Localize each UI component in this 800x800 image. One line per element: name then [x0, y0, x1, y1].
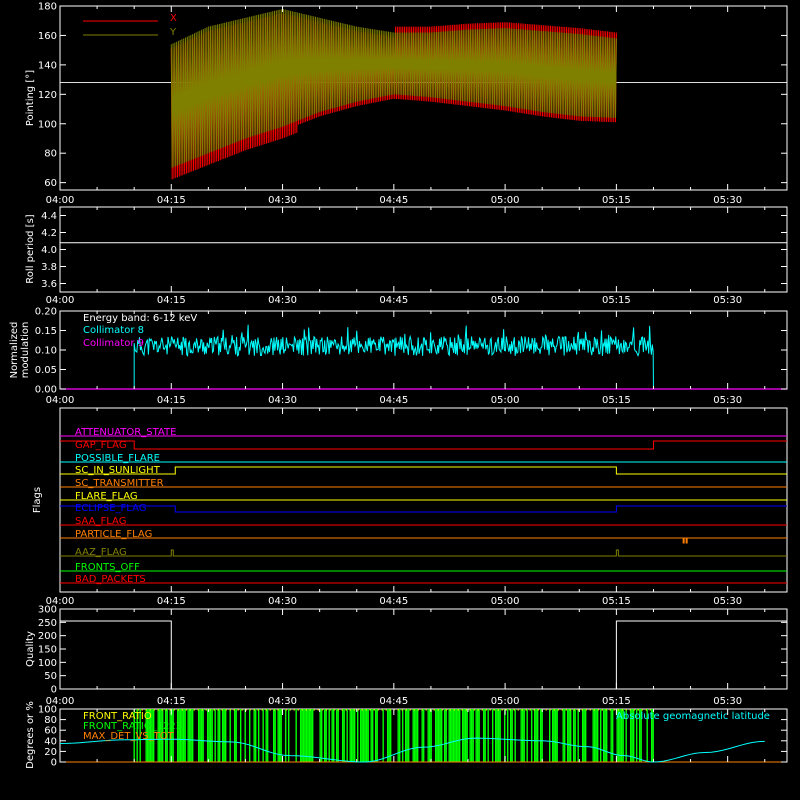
y-tick-label: 0 — [51, 685, 57, 696]
time-tick-label: 05:00 — [491, 395, 520, 406]
legend-geomag: Absolute geomagnetic latitude — [616, 711, 770, 722]
y-tick-label: 4.0 — [41, 245, 57, 256]
y-tick-label: 80 — [44, 149, 57, 160]
time-tick-label: 04:30 — [268, 596, 297, 607]
y-tick-label: 40 — [44, 736, 57, 747]
time-tick-label: 05:15 — [602, 395, 631, 406]
time-tick-label: 04:45 — [379, 596, 408, 607]
y-tick-label: 80 — [44, 715, 57, 726]
time-tick-label: 05:15 — [602, 596, 631, 607]
time-tick-label: 05:00 — [491, 195, 520, 206]
y-tick-label: 140 — [38, 60, 57, 71]
quality-ylabel: Quality — [25, 631, 36, 667]
time-tick-label: 05:30 — [713, 696, 742, 707]
pointing-ylabel: Pointing [°] — [25, 70, 36, 126]
time-tick-label: 05:00 — [491, 295, 520, 306]
time-tick-label: 04:45 — [379, 295, 408, 306]
flag-label: GAP_FLAG — [75, 440, 127, 451]
y-tick-label: 4.4 — [41, 211, 57, 222]
time-tick-label: 04:00 — [46, 295, 75, 306]
y-tick-label: 160 — [38, 31, 57, 42]
time-tick-label: 05:15 — [602, 195, 631, 206]
time-tick-label: 04:15 — [157, 696, 186, 707]
time-tick-label: 05:30 — [713, 295, 742, 306]
modulation-ylabel-line1: Normalized — [9, 322, 20, 379]
y-tick-label: 120 — [38, 90, 57, 101]
y-tick-label: 0.15 — [35, 326, 57, 337]
time-tick-label: 04:45 — [379, 696, 408, 707]
energy-band-label: Energy band: 6-12 keV — [83, 313, 197, 324]
y-tick-label: 0.05 — [35, 365, 57, 376]
time-tick-label: 05:30 — [713, 195, 742, 206]
time-tick-label: 04:15 — [157, 295, 186, 306]
y-tick-label: 180 — [38, 2, 57, 13]
y-tick-label: 0.00 — [35, 385, 57, 396]
y-tick-label: 3.6 — [41, 279, 57, 290]
time-tick-label: 04:00 — [46, 195, 75, 206]
y-tick-label: 4.2 — [41, 228, 57, 239]
y-tick-label: 50 — [44, 671, 57, 682]
flags-ylabel: Flags — [32, 487, 43, 513]
y-tick-label: 0.20 — [35, 307, 57, 318]
time-tick-label: 05:30 — [713, 395, 742, 406]
y-tick-label: 100 — [38, 658, 57, 669]
time-tick-label: 04:45 — [379, 195, 408, 206]
time-tick-label: 04:15 — [157, 195, 186, 206]
time-tick-label: 05:00 — [491, 596, 520, 607]
y-tick-label: 250 — [38, 618, 57, 629]
y-tick-label: 60 — [44, 726, 57, 737]
time-tick-label: 05:00 — [491, 696, 520, 707]
y-tick-label: 300 — [38, 605, 57, 616]
y-tick-label: 20 — [44, 747, 57, 758]
y-tick-label: 150 — [38, 645, 57, 656]
y-tick-label: 60 — [44, 178, 57, 189]
y-tick-label: 200 — [38, 631, 57, 642]
time-tick-label: 05:15 — [602, 696, 631, 707]
roll-period-ylabel: Roll period [s] — [25, 214, 36, 283]
chart-canvas: Pointing [°] X Y Roll period [s] Normali… — [0, 0, 800, 800]
time-tick-label: 04:45 — [379, 395, 408, 406]
legend-x-label: X — [170, 13, 177, 24]
time-tick-label: 05:30 — [713, 596, 742, 607]
time-tick-label: 04:30 — [268, 295, 297, 306]
y-tick-label: 100 — [38, 119, 57, 130]
time-tick-label: 04:30 — [268, 395, 297, 406]
time-tick-label: 05:15 — [602, 295, 631, 306]
time-tick-label: 04:30 — [268, 696, 297, 707]
modulation-ylabel-line2: modulation — [20, 322, 31, 379]
y-tick-label: 100 — [38, 705, 57, 716]
time-tick-label: 04:00 — [46, 395, 75, 406]
legend-max-det: MAX_DET_VS_TOT — [83, 731, 175, 742]
flag-label: ECLIPSE_FLAG — [75, 503, 146, 514]
time-tick-label: 04:15 — [157, 596, 186, 607]
y-tick-label: 0.10 — [35, 346, 57, 357]
legend-collimator8: Collimator 8 — [83, 325, 144, 336]
y-tick-label: 0 — [51, 758, 57, 769]
time-tick-label: 04:15 — [157, 395, 186, 406]
y-tick-label: 3.8 — [41, 262, 57, 273]
time-tick-label: 04:30 — [268, 195, 297, 206]
legend-collimator9: Collimator 9 — [83, 338, 144, 349]
legend-y-label: Y — [169, 27, 177, 38]
ratios-ylabel: Degrees or % — [25, 701, 36, 769]
